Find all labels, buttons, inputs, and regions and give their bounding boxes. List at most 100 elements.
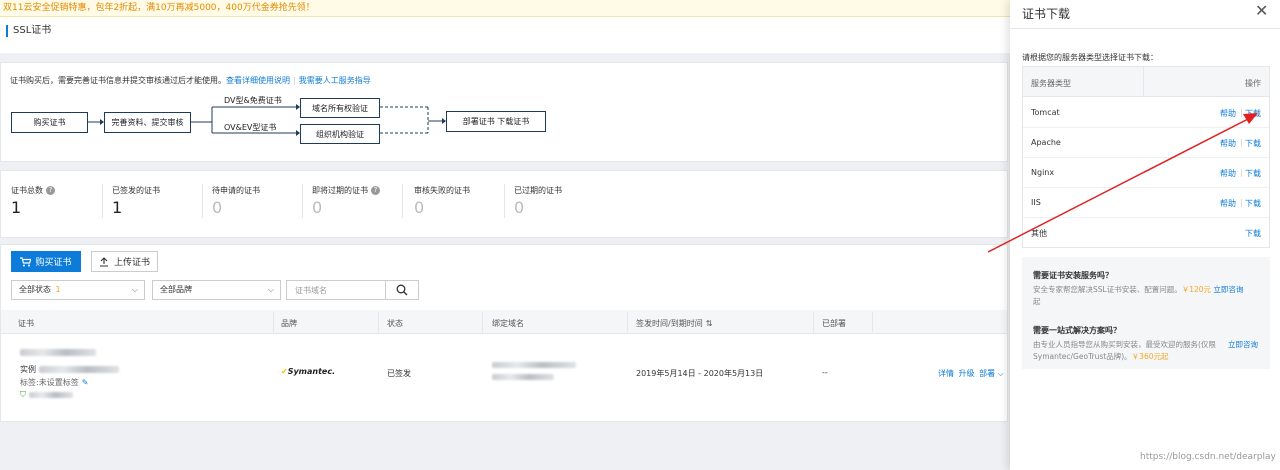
step-deploy-download: 部署证书 下载证书 [446, 111, 546, 132]
cert-tag[interactable]: 标签:未设置标签 ✎ [20, 377, 88, 388]
row-divider [1023, 187, 1269, 188]
stat-pending[interactable]: 待申请的证书 0 [212, 185, 260, 218]
col-divider [627, 312, 628, 332]
shield-check-icon: ⛉ [20, 390, 26, 399]
row-divider [1023, 217, 1269, 218]
buy-cert-button[interactable]: 购买证书 [11, 251, 81, 272]
brand-select[interactable]: 全部品牌 ⌵ [152, 280, 281, 300]
sort-icon[interactable]: ⇅ [706, 319, 713, 328]
col-deployed: 已部署 [822, 319, 846, 328]
stat-expiring[interactable]: 即将过期的证书? 0 [312, 185, 380, 218]
col-status: 状态 [387, 319, 403, 328]
help-icon[interactable]: ? [371, 186, 380, 195]
step-org-verify: 组织机构验证 [300, 124, 380, 144]
col-divider [1143, 67, 1144, 97]
promo2-desc: 由专业人员指导您从购买到安装，最受欢迎的服务(仅限Symantec/GeoTru… [1033, 340, 1216, 361]
promo1-price: ￥120元 [1181, 285, 1212, 294]
col-divider [872, 312, 873, 332]
status-select[interactable]: 全部状态 1 ⌵ [11, 280, 145, 300]
promo2-price: ￥360元起 [1131, 352, 1169, 361]
stat-failed[interactable]: 审核失败的证书 0 [414, 185, 470, 218]
flow-note-text: 证书购买后，需要完善证书信息并提交审核通过后才能使用。 [10, 76, 226, 85]
stat-total[interactable]: 证书总数? 1 [11, 185, 55, 218]
promo1-text: 安全专家帮您解决SSL证书安装、配置问题。￥120元 立即咨询起 [1033, 284, 1261, 308]
stat-divider [202, 184, 203, 218]
action-divider: | [1240, 138, 1243, 147]
drawer-prompt: 请根据您的服务器类型选择证书下载： [1022, 53, 1158, 62]
close-icon[interactable]: ✕ [1255, 3, 1268, 19]
page-title: SSL证书 [6, 25, 51, 37]
stat-label: 证书总数 [11, 186, 43, 195]
promo1-desc: 安全专家帮您解决SSL证书安装、配置问题。 [1033, 285, 1182, 294]
cert-period: 2019年5月14日 - 2020年5月13日 [636, 369, 764, 378]
col-action: 操作 [1245, 79, 1261, 88]
help-link[interactable]: 帮助 [1220, 138, 1236, 149]
help-link[interactable]: 帮助 [1220, 108, 1236, 119]
download-link[interactable]: 下载 [1245, 108, 1261, 119]
promo1-consult-link[interactable]: 立即咨询 [1213, 285, 1243, 294]
stat-divider [302, 184, 303, 218]
step-buy-cert: 购买证书 [11, 112, 88, 133]
flow-note: 证书购买后，需要完善证书信息并提交审核通过后才能使用。查看详细使用说明 | 我需要人… [10, 75, 371, 86]
help-link[interactable]: 帮助 [1220, 198, 1236, 209]
domain-search-input[interactable] [286, 280, 386, 300]
edit-icon[interactable]: ✎ [82, 378, 89, 387]
symantec-check-icon: ✔ [281, 367, 288, 376]
cert-instance: 实例 [20, 364, 119, 375]
stat-value: 0 [212, 198, 223, 217]
upload-cert-button[interactable]: 上传证书 [91, 251, 158, 272]
upload-cert-label: 上传证书 [113, 258, 150, 268]
server-name: Nginx [1031, 168, 1055, 177]
drawer-title: 证书下载 [1022, 7, 1071, 21]
col-cert: 证书 [18, 319, 34, 328]
drawer-divider [1010, 28, 1280, 29]
dv-label: DV型&免费证书 [224, 96, 282, 105]
status-badge: 已签发 [387, 369, 411, 378]
stat-value: 1 [11, 198, 22, 217]
stat-label: 即将过期的证书 [312, 186, 368, 195]
service-link[interactable]: 我需要人工服务指导 [299, 76, 371, 85]
stat-issued[interactable]: 已签发的证书 1 [112, 185, 160, 218]
download-link[interactable]: 下载 [1245, 138, 1261, 149]
stat-divider [102, 184, 103, 218]
download-link[interactable]: 下载 [1245, 168, 1261, 179]
col-divider [378, 312, 379, 332]
upgrade-link[interactable]: 升级 [959, 369, 975, 378]
download-link[interactable]: 下载 [1245, 198, 1261, 209]
stat-label: 待申请的证书 [212, 186, 260, 195]
status-count: 1 [55, 285, 61, 294]
watermark: https://blog.csdn.net/dearplay [1140, 452, 1276, 462]
chevron-down-icon: ⌵ [267, 285, 274, 294]
help-icon[interactable]: ? [46, 186, 55, 195]
link-divider: | [293, 76, 296, 85]
action-divider: | [1240, 198, 1243, 207]
status-select-value: 全部状态 [19, 285, 51, 294]
promo1-tail: 起 [1033, 297, 1041, 306]
row-actions: 详情 升级 部署 ⌵ [938, 368, 1004, 379]
stat-value: 0 [514, 198, 525, 217]
col-time[interactable]: 签发时间/到期时间 ⇅ [636, 318, 712, 329]
cert-name[interactable] [20, 349, 96, 358]
promo2-consult-link[interactable]: 立即咨询 [1226, 339, 1258, 350]
guide-link[interactable]: 查看详细使用说明 [226, 76, 290, 85]
help-link[interactable]: 帮助 [1220, 168, 1236, 179]
bound-domains [492, 362, 576, 380]
server-name: Apache [1031, 138, 1061, 147]
stat-value: 1 [112, 198, 123, 217]
row-divider [1023, 157, 1269, 158]
cart-icon [20, 256, 32, 266]
detail-link[interactable]: 详情 [938, 369, 954, 378]
download-link[interactable]: 下载 [1245, 228, 1261, 239]
brand-logo: ✔Symantec. [281, 367, 335, 376]
col-divider [813, 312, 814, 332]
col-divider [273, 312, 274, 332]
col-domain: 绑定域名 [492, 319, 524, 328]
stat-expired[interactable]: 已过期的证书 0 [514, 185, 562, 218]
deploy-label: 部署 [979, 369, 996, 378]
ov-label: OV&EV型证书 [224, 123, 277, 132]
deploy-link[interactable]: 部署 ⌵ [979, 369, 1004, 378]
server-name: Tomcat [1031, 108, 1060, 117]
search-button[interactable] [385, 280, 419, 300]
tag-note: 标签:未设置标签 [20, 378, 79, 387]
col-brand: 品牌 [281, 319, 297, 328]
